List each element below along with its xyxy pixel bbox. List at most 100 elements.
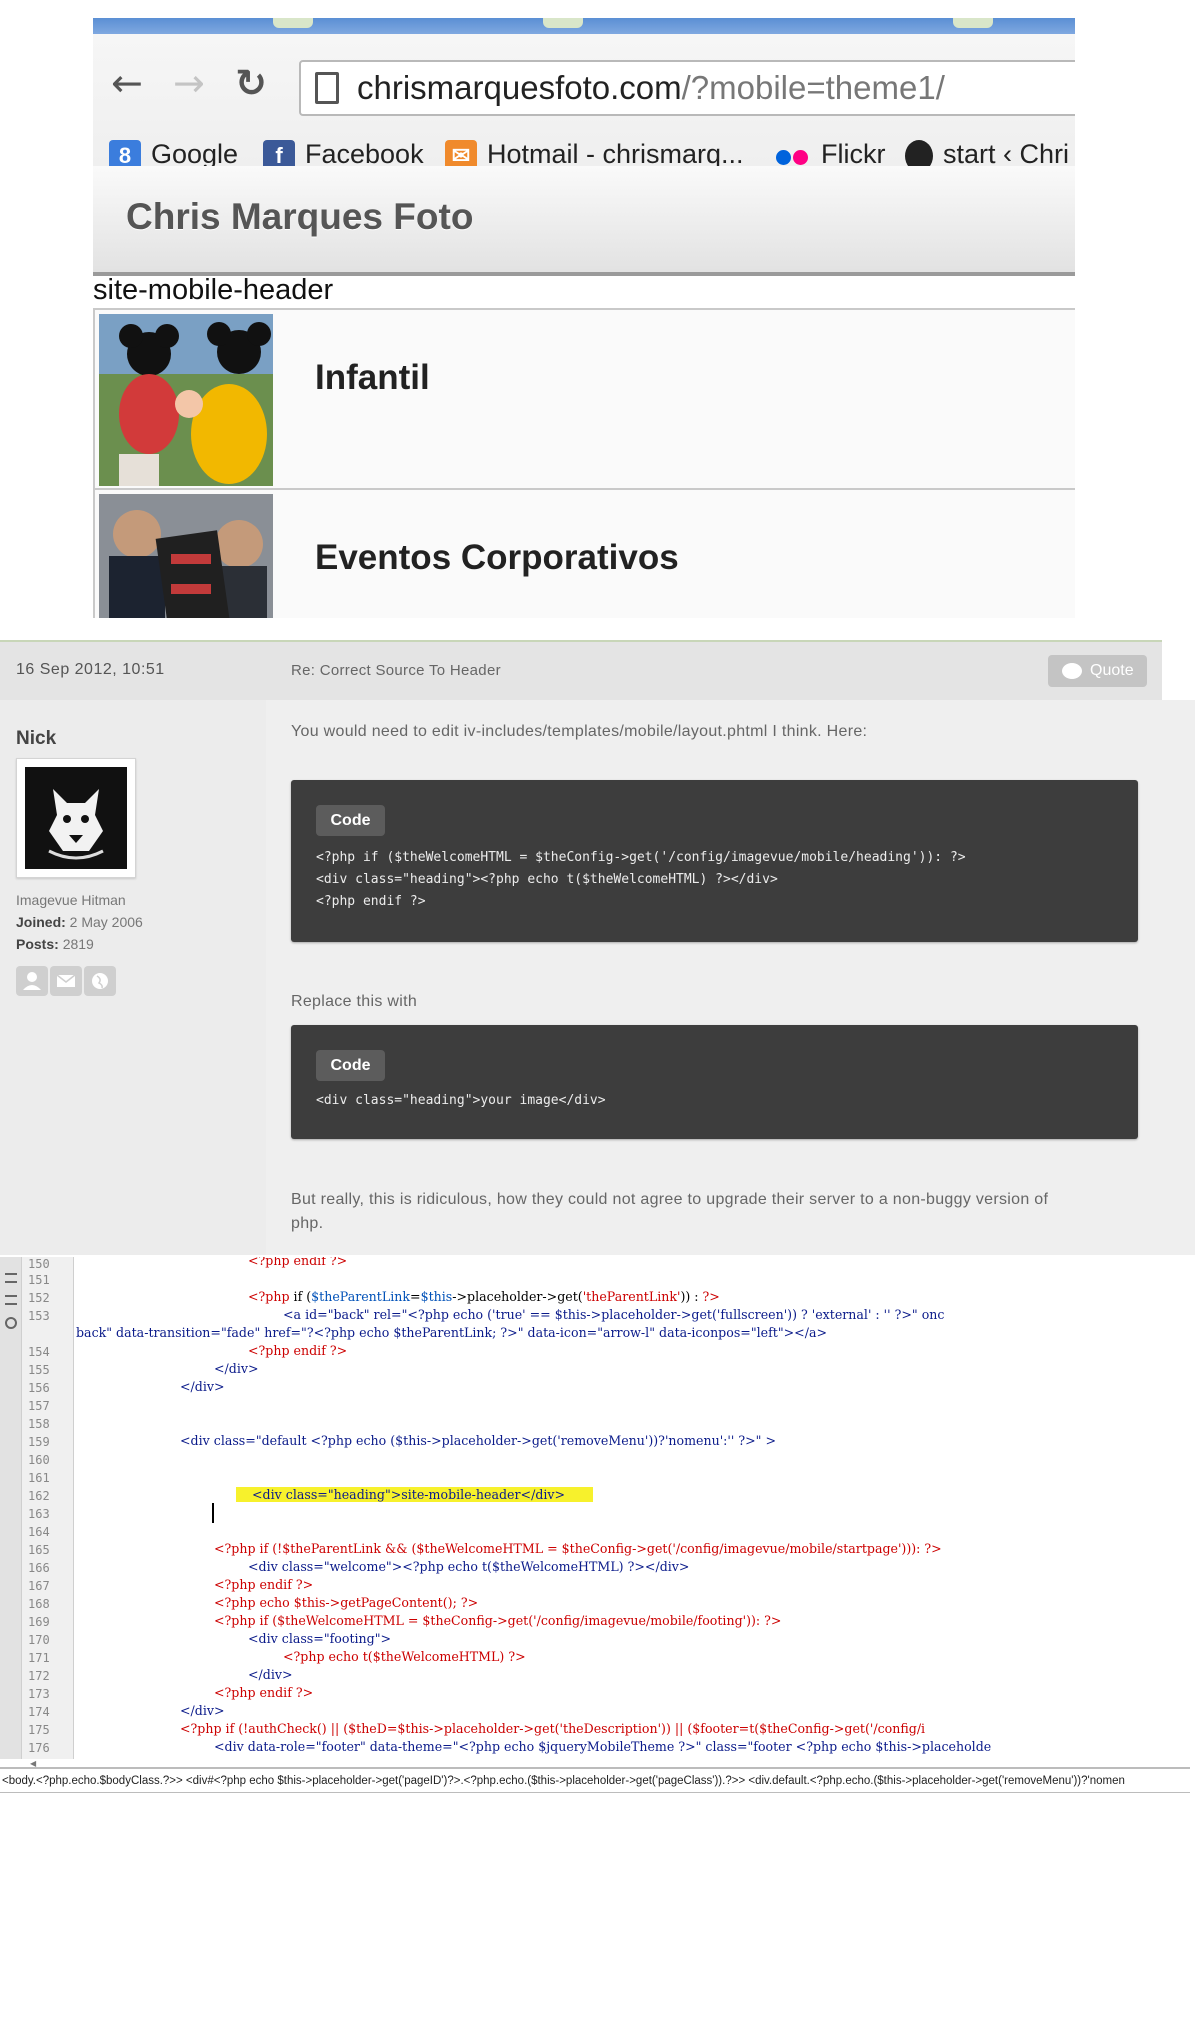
line-number: 170 xyxy=(28,1633,50,1647)
thumbnail-image xyxy=(99,494,273,618)
browser-toolbar: ← → ↻ chrismarquesfoto.com/?mobile=theme… xyxy=(93,34,1075,184)
line-number: 164 xyxy=(28,1525,50,1539)
line-number: 162 xyxy=(28,1489,50,1503)
website-globe-icon[interactable] xyxy=(84,966,116,996)
line-number: 160 xyxy=(28,1453,50,1467)
line-number: 150 xyxy=(28,1257,50,1271)
line-number: 173 xyxy=(28,1687,50,1701)
quote-button[interactable]: Quote xyxy=(1048,655,1147,687)
code-line: <div class="footing"> xyxy=(248,1631,392,1646)
code-line: <?php echo $this->getPageContent(); ?> xyxy=(214,1595,479,1610)
line-number: 174 xyxy=(28,1705,50,1719)
avatar[interactable] xyxy=(16,758,136,878)
address-bar[interactable]: chrismarquesfoto.com/?mobile=theme1/ xyxy=(299,60,1075,116)
text-cursor xyxy=(212,1503,214,1523)
profile-icon[interactable] xyxy=(16,966,48,996)
post-intro-text: You would need to edit iv-includes/templ… xyxy=(291,723,868,740)
list-item-label: Eventos Corporativos xyxy=(315,538,679,577)
browser-tab[interactable] xyxy=(273,18,313,28)
list-item-label: Infantil xyxy=(315,358,430,397)
tab-strip xyxy=(93,18,1075,34)
code-line: <?php if ($theWelcomeHTML = $theConfig->… xyxy=(316,850,966,865)
collapse-icon[interactable] xyxy=(5,1273,17,1283)
line-number: 153 xyxy=(28,1309,50,1323)
list-item[interactable]: Infantil xyxy=(93,308,1075,488)
author-posts: Posts: 2819 xyxy=(16,936,94,952)
author-actions xyxy=(16,966,118,1001)
list-item[interactable]: Eventos Corporativos xyxy=(93,488,1075,618)
closing-text-line-2: php. xyxy=(291,1215,324,1232)
code-line: <?php endif ?> xyxy=(214,1685,314,1700)
closing-text-line-1: But really, this is ridiculous, how they… xyxy=(291,1191,1049,1208)
code-line: <div class="heading">your image</div> xyxy=(316,1093,606,1108)
code-line: <?php if ($theWelcomeHTML = $theConfig->… xyxy=(214,1613,782,1628)
code-line: </div> xyxy=(180,1703,225,1718)
line-number: 163 xyxy=(28,1507,50,1521)
line-number: 169 xyxy=(28,1615,50,1629)
line-number: 165 xyxy=(28,1543,50,1557)
line-number: 168 xyxy=(28,1597,50,1611)
forward-arrow-icon[interactable]: → xyxy=(173,64,205,102)
line-numbers: 150 151 152 153 154 155 156 157 158 159 … xyxy=(22,1257,74,1759)
quote-label: Quote xyxy=(1090,662,1134,679)
editor-gutter xyxy=(0,1257,22,1759)
post-date: 16 Sep 2012, 10:51 xyxy=(16,661,165,678)
line-number: 166 xyxy=(28,1561,50,1575)
code-label: Code xyxy=(316,805,385,836)
author-rank: Imagevue Hitman xyxy=(16,892,126,908)
code-line: <?php endif ?> xyxy=(316,894,426,909)
code-editor[interactable]: 150 151 152 153 154 155 156 157 158 159 … xyxy=(0,1257,1195,1797)
reload-icon[interactable]: ↻ xyxy=(235,64,267,102)
code-line: <?php if (!authCheck() || ($theD=$this->… xyxy=(180,1721,926,1736)
code-line: <div class="welcome"><?php echo t($theWe… xyxy=(248,1559,690,1574)
line-number: 152 xyxy=(28,1291,50,1305)
code-line: <?php if (!$theParentLink && ($theWelcom… xyxy=(214,1541,942,1556)
replace-text: Replace this with xyxy=(291,993,418,1010)
scroll-left-arrow-icon[interactable]: ◀ xyxy=(30,1759,40,1768)
line-number: 154 xyxy=(28,1345,50,1359)
code-line: <a id="back" rel="<?php echo ('true' == … xyxy=(283,1307,945,1322)
code-line: <?php endif ?> xyxy=(248,1257,348,1268)
line-number: 159 xyxy=(28,1435,50,1449)
code-line: <?php endif ?> xyxy=(248,1343,348,1358)
line-number: 167 xyxy=(28,1579,50,1593)
code-line: <?php echo t($theWelcomeHTML) ?> xyxy=(283,1649,526,1664)
line-number: 175 xyxy=(28,1723,50,1737)
line-number: 155 xyxy=(28,1363,50,1377)
tag-selector-statusbar[interactable]: <body.<?php.echo.$bodyClass.?>> <div#<?p… xyxy=(0,1767,1190,1793)
line-number: 161 xyxy=(28,1471,50,1485)
code-block-2: Code <div class="heading">your image</di… xyxy=(291,1025,1138,1139)
line-number: 156 xyxy=(28,1381,50,1395)
site-header-bar: Chris Marques Foto xyxy=(93,166,1075,276)
expand-icon[interactable] xyxy=(5,1295,17,1305)
highlighted-code-line: <div class="heading">site-mobile-header<… xyxy=(236,1487,594,1502)
browser-tab[interactable] xyxy=(543,18,583,28)
author-name[interactable]: Nick xyxy=(16,728,56,750)
code-line: </div> xyxy=(180,1379,225,1394)
email-icon[interactable] xyxy=(50,966,82,996)
browser-screenshot: ← → ↻ chrismarquesfoto.com/?mobile=theme… xyxy=(93,18,1075,618)
speech-bubble-icon xyxy=(1062,663,1082,679)
line-number: 151 xyxy=(28,1273,50,1287)
code-line: back" data-transition="fade" href="?<?ph… xyxy=(76,1325,828,1340)
code-line: </div> xyxy=(248,1667,293,1682)
code-line: <?php endif ?> xyxy=(214,1577,314,1592)
author-sidebar: Nick Imagevue Hitman Joined: 2 May 2006 … xyxy=(0,700,266,1255)
code-line: <div class="default <?php echo ($this->p… xyxy=(180,1433,776,1448)
line-number: 158 xyxy=(28,1417,50,1431)
back-arrow-icon[interactable]: ← xyxy=(111,64,143,102)
forum-post: 16 Sep 2012, 10:51 Re: Correct Source To… xyxy=(0,640,1195,1255)
code-line: </div> xyxy=(214,1361,259,1376)
line-number: 172 xyxy=(28,1669,50,1683)
code-block-1: Code <?php if ($theWelcomeHTML = $theCon… xyxy=(291,780,1138,942)
line-number: 176 xyxy=(28,1741,50,1755)
thumbnail-image xyxy=(99,314,273,486)
line-number: 157 xyxy=(28,1399,50,1413)
line-number: 171 xyxy=(28,1651,50,1665)
bookmark-toggle-icon[interactable] xyxy=(5,1317,17,1329)
post-body: You would need to edit iv-includes/templ… xyxy=(266,700,1195,1255)
browser-tab[interactable] xyxy=(953,18,993,28)
post-header: 16 Sep 2012, 10:51 Re: Correct Source To… xyxy=(0,640,1162,700)
url-text: chrismarquesfoto.com/?mobile=theme1/ xyxy=(357,69,945,106)
post-subject: Re: Correct Source To Header xyxy=(291,662,501,679)
